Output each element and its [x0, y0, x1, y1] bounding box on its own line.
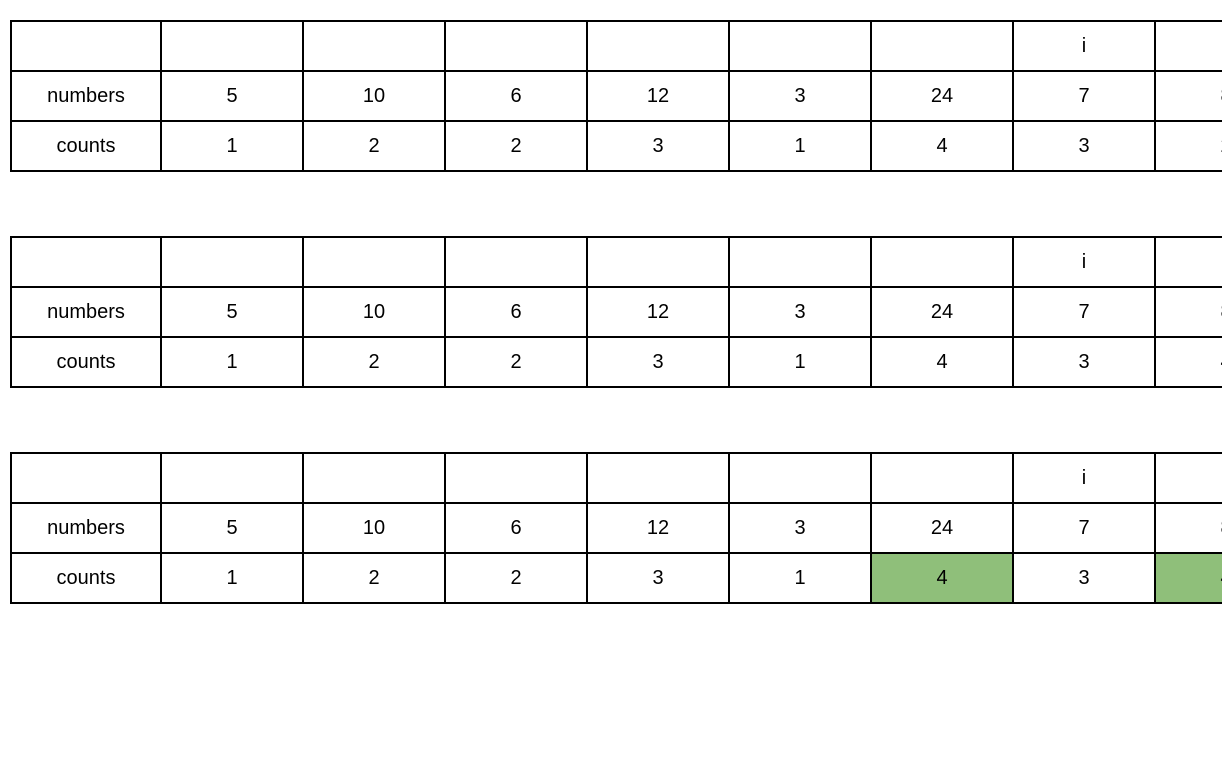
counts-row: counts 1 2 2 3 1 4 3 2 — [11, 121, 1222, 171]
counts-cell: 1 — [729, 337, 871, 387]
row-label-numbers: numbers — [11, 71, 161, 121]
numbers-row: numbers 5 10 6 12 3 24 7 8 — [11, 71, 1222, 121]
pointer-cell — [445, 237, 587, 287]
counts-cell: 3 — [1013, 553, 1155, 603]
pointer-cell-i: i — [1013, 237, 1155, 287]
pointer-row: i j — [11, 237, 1222, 287]
pointer-cell-j: j — [1155, 237, 1222, 287]
row-label-counts: counts — [11, 553, 161, 603]
numbers-cell: 6 — [445, 71, 587, 121]
counts-cell: 3 — [587, 121, 729, 171]
numbers-cell: 5 — [161, 503, 303, 553]
empty-cell — [11, 21, 161, 71]
numbers-cell: 7 — [1013, 71, 1155, 121]
numbers-cell: 10 — [303, 287, 445, 337]
algorithm-state-table-3: i j numbers 5 10 6 12 3 24 7 8 counts 1 … — [10, 452, 1222, 604]
numbers-cell: 10 — [303, 503, 445, 553]
numbers-cell: 3 — [729, 503, 871, 553]
pointer-cell — [161, 237, 303, 287]
counts-cell: 2 — [1155, 121, 1222, 171]
row-label-numbers: numbers — [11, 503, 161, 553]
algorithm-state-table-1: i j numbers 5 10 6 12 3 24 7 8 counts 1 … — [10, 20, 1222, 172]
algorithm-state-table-2: i j numbers 5 10 6 12 3 24 7 8 counts 1 … — [10, 236, 1222, 388]
pointer-cell — [729, 21, 871, 71]
row-label-counts: counts — [11, 337, 161, 387]
pointer-cell — [871, 237, 1013, 287]
pointer-cell — [303, 21, 445, 71]
numbers-cell: 5 — [161, 71, 303, 121]
numbers-cell: 6 — [445, 503, 587, 553]
counts-cell: 4 — [871, 337, 1013, 387]
pointer-cell — [445, 21, 587, 71]
numbers-cell: 3 — [729, 287, 871, 337]
row-label-numbers: numbers — [11, 287, 161, 337]
numbers-cell: 6 — [445, 287, 587, 337]
counts-cell: 3 — [1013, 121, 1155, 171]
counts-cell: 1 — [161, 553, 303, 603]
numbers-cell: 7 — [1013, 503, 1155, 553]
counts-cell: 3 — [587, 337, 729, 387]
pointer-row: i j — [11, 21, 1222, 71]
counts-cell: 2 — [445, 337, 587, 387]
numbers-cell: 24 — [871, 71, 1013, 121]
numbers-cell: 8 — [1155, 503, 1222, 553]
numbers-cell: 8 — [1155, 287, 1222, 337]
pointer-cell-j: j — [1155, 453, 1222, 503]
pointer-cell-i: i — [1013, 453, 1155, 503]
counts-cell: 2 — [303, 553, 445, 603]
counts-cell: 1 — [729, 553, 871, 603]
numbers-row: numbers 5 10 6 12 3 24 7 8 — [11, 503, 1222, 553]
empty-cell — [11, 237, 161, 287]
numbers-cell: 12 — [587, 71, 729, 121]
pointer-cell — [587, 453, 729, 503]
pointer-cell — [871, 21, 1013, 71]
counts-cell: 2 — [445, 121, 587, 171]
counts-cell: 1 — [729, 121, 871, 171]
pointer-cell — [161, 453, 303, 503]
numbers-cell: 5 — [161, 287, 303, 337]
counts-cell: 4 — [871, 553, 1013, 603]
numbers-cell: 12 — [587, 503, 729, 553]
numbers-cell: 8 — [1155, 71, 1222, 121]
counts-cell: 1 — [161, 337, 303, 387]
counts-cell: 2 — [303, 121, 445, 171]
numbers-cell: 10 — [303, 71, 445, 121]
tables-container: i j numbers 5 10 6 12 3 24 7 8 counts 1 … — [10, 20, 1212, 604]
pointer-cell-j: j — [1155, 21, 1222, 71]
counts-cell: 3 — [587, 553, 729, 603]
counts-cell: 1 — [161, 121, 303, 171]
row-label-counts: counts — [11, 121, 161, 171]
numbers-cell: 7 — [1013, 287, 1155, 337]
counts-cell: 4 — [1155, 553, 1222, 603]
numbers-cell: 12 — [587, 287, 729, 337]
pointer-cell — [445, 453, 587, 503]
pointer-cell — [161, 21, 303, 71]
pointer-cell-i: i — [1013, 21, 1155, 71]
counts-cell: 4 — [871, 121, 1013, 171]
numbers-cell: 24 — [871, 287, 1013, 337]
pointer-cell — [303, 453, 445, 503]
numbers-cell: 3 — [729, 71, 871, 121]
counts-row: counts 1 2 2 3 1 4 3 4 — [11, 337, 1222, 387]
pointer-cell — [303, 237, 445, 287]
empty-cell — [11, 453, 161, 503]
counts-row: counts 1 2 2 3 1 4 3 4 — [11, 553, 1222, 603]
pointer-cell — [871, 453, 1013, 503]
pointer-cell — [587, 21, 729, 71]
counts-cell: 4 — [1155, 337, 1222, 387]
numbers-cell: 24 — [871, 503, 1013, 553]
pointer-cell — [587, 237, 729, 287]
counts-cell: 2 — [445, 553, 587, 603]
pointer-row: i j — [11, 453, 1222, 503]
counts-cell: 3 — [1013, 337, 1155, 387]
pointer-cell — [729, 237, 871, 287]
numbers-row: numbers 5 10 6 12 3 24 7 8 — [11, 287, 1222, 337]
pointer-cell — [729, 453, 871, 503]
counts-cell: 2 — [303, 337, 445, 387]
